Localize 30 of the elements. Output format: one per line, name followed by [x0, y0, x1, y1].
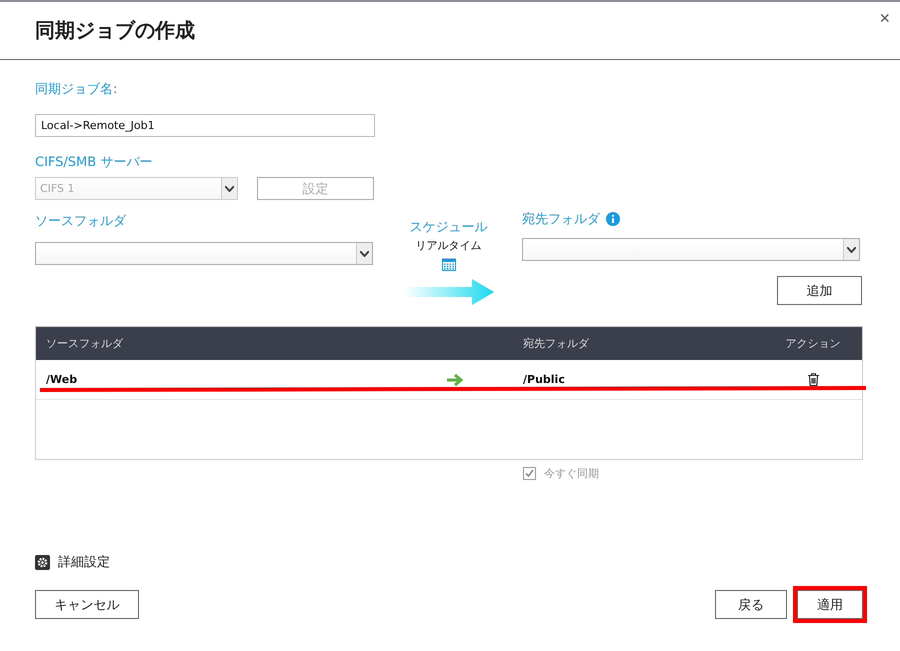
table-cell-text: /Web: [45, 373, 78, 386]
destination-folder-select[interactable]: [522, 238, 860, 261]
field-label: ソースフォルダ: [35, 213, 128, 230]
schedule-label: スケジュール: [410, 219, 488, 236]
back-button[interactable]: 戻る: [715, 590, 787, 619]
column-header: ソースフォルダ: [45, 336, 124, 351]
schedule-value: リアルタイム: [416, 238, 482, 253]
calendar-icon[interactable]: [442, 258, 456, 271]
arrow-icon: [404, 279, 494, 305]
checkbox-label: 今すぐ同期: [544, 466, 599, 481]
chevron-down-icon: [847, 246, 856, 252]
chevron-down-icon: [225, 186, 234, 192]
arrow-right-icon: [446, 372, 464, 386]
cancel-button[interactable]: キャンセル: [35, 590, 139, 619]
job-name-field[interactable]: Local->Remote_Job1: [35, 114, 375, 137]
column-header: 宛先フォルダ: [523, 336, 590, 351]
source-folder-select[interactable]: [35, 242, 373, 265]
destination-label: 宛先フォルダ: [522, 211, 600, 228]
trash-icon[interactable]: [808, 373, 818, 386]
info-icon[interactable]: [606, 212, 620, 226]
gear-icon[interactable]: [35, 554, 50, 570]
field-label: CIFS/SMB サーバー: [35, 154, 154, 171]
column-header: アクション: [784, 336, 842, 351]
close-button[interactable]: ×: [877, 6, 892, 31]
window-title: 同期ジョブの作成: [35, 17, 195, 44]
table-cell-text: /Public: [523, 373, 566, 386]
add-button[interactable]: 追加: [777, 276, 862, 305]
chevron-down-icon: [360, 250, 369, 256]
field-label: 同期ジョブ名:: [35, 80, 118, 97]
advanced-settings-link[interactable]: 詳細設定: [58, 553, 110, 571]
